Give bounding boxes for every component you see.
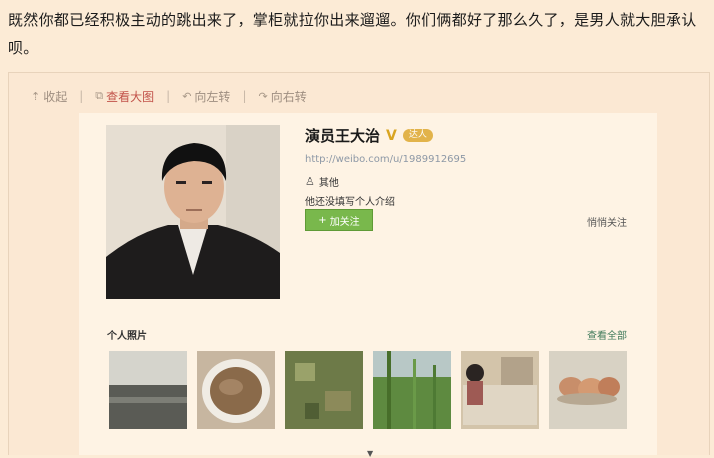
secret-follow-link: 悄悄关注	[587, 218, 627, 229]
photo-thumbnail	[109, 351, 187, 429]
rotate-left-icon: ↶	[182, 89, 192, 103]
follow-button: + 加关注	[305, 209, 373, 231]
plus-icon: +	[318, 214, 327, 226]
rotate-right-icon: ↷	[258, 89, 268, 103]
photos-title: 个人照片	[107, 331, 147, 342]
profile-intro: 他还没填写个人介绍	[305, 197, 395, 208]
photo-thumbnail	[285, 351, 363, 429]
daren-badge: 达人	[402, 129, 433, 142]
avatar	[106, 125, 280, 299]
photo-thumbnail	[373, 351, 451, 429]
profile-name: 演员王大治	[305, 127, 381, 145]
profile-url: http://weibo.com/u/1989912695	[305, 154, 467, 165]
image-toolbar: ⇡ 收起 | ⧉ 查看大图 | ↶ 向左转 | ↷ 向右转	[31, 87, 307, 105]
photo-thumbnail	[461, 351, 539, 429]
view-large-button[interactable]: ⧉ 查看大图	[95, 88, 154, 105]
verified-icon: V	[386, 127, 397, 144]
profile-name-row: 演员王大治 V 达人	[305, 125, 433, 146]
photo-thumbnail	[549, 351, 627, 429]
toolbar-separator: |	[242, 89, 247, 103]
enlarge-icon: ⧉	[95, 89, 104, 102]
rotate-left-button[interactable]: ↶ 向左转	[182, 88, 230, 105]
post-text: 既然你都已经积极主动的跳出来了，掌柜就拉你出来遛遛。你们俩都好了那么久了，是男人…	[8, 11, 697, 57]
image-viewer: ⇡ 收起 | ⧉ 查看大图 | ↶ 向左转 | ↷ 向右转 演员王大治 V 达人…	[8, 72, 710, 458]
rotate-right-button[interactable]: ↷ 向右转	[258, 88, 306, 105]
collapse-icon: ⇡	[31, 89, 41, 103]
view-all-link: 查看全部	[587, 331, 627, 342]
person-icon: ♙	[305, 175, 315, 188]
toolbar-separator: |	[79, 89, 84, 103]
toolbar-separator: |	[166, 89, 171, 103]
profile-gender: ♙ 其他	[305, 175, 339, 189]
photo-thumbnail	[197, 351, 275, 429]
collapse-button[interactable]: ⇡ 收起	[31, 88, 67, 105]
profile-card-image: 演员王大治 V 达人 http://weibo.com/u/1989912695…	[79, 113, 657, 458]
